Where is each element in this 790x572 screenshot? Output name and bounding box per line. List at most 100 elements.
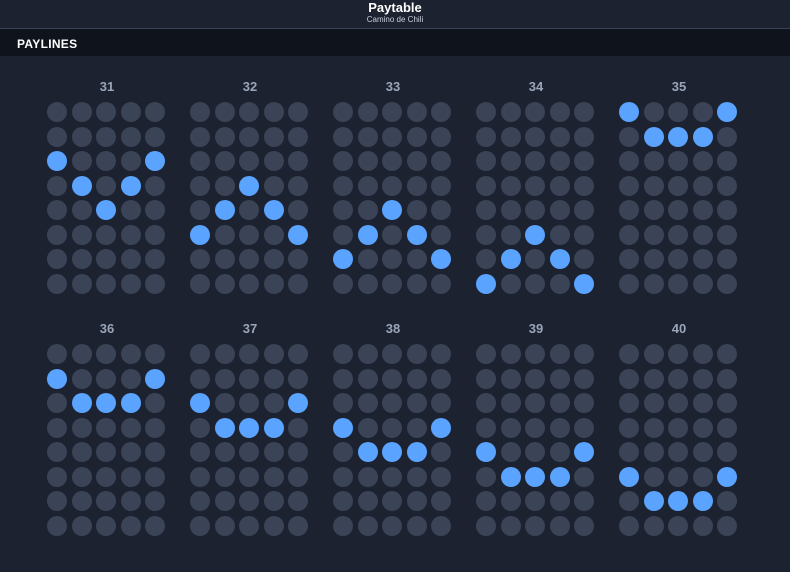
payline-cell: [288, 249, 308, 269]
payline-cell: [693, 249, 713, 269]
payline-31: 31: [47, 79, 177, 309]
payline-cell: [550, 442, 570, 462]
payline-cell: [574, 516, 594, 536]
payline-cell: [644, 274, 664, 294]
payline-cell: [550, 344, 570, 364]
payline-cell: [431, 491, 451, 511]
payline-cell: [121, 200, 141, 220]
payline-cell: [525, 151, 545, 171]
payline-cell: [382, 344, 402, 364]
payline-cell: [96, 418, 116, 438]
payline-cell: [145, 442, 165, 462]
payline-cell: [96, 102, 116, 122]
payline-cell: [476, 151, 496, 171]
payline-cell: [550, 369, 570, 389]
payline-cell: [619, 176, 639, 196]
payline-cell: [525, 369, 545, 389]
payline-cell: [668, 393, 688, 413]
payline-cell: [668, 516, 688, 536]
payline-cell: [358, 344, 378, 364]
payline-cell: [145, 274, 165, 294]
payline-cell: [190, 151, 210, 171]
payline-cell: [407, 249, 427, 269]
payline-active-cell: [717, 102, 737, 122]
payline-cell: [72, 516, 92, 536]
payline-cell: [717, 418, 737, 438]
payline-active-cell: [121, 176, 141, 196]
payline-cell: [358, 249, 378, 269]
payline-cell: [47, 491, 67, 511]
payline-cell: [121, 369, 141, 389]
payline-cell: [717, 127, 737, 147]
payline-cell: [47, 393, 67, 413]
payline-cell: [693, 102, 713, 122]
payline-cell: [382, 102, 402, 122]
payline-cell: [407, 151, 427, 171]
payline-number: 40: [671, 321, 687, 336]
payline-active-cell: [550, 249, 570, 269]
payline-cell: [96, 225, 116, 245]
payline-cell: [333, 467, 353, 487]
payline-cell: [693, 467, 713, 487]
payline-active-cell: [96, 200, 116, 220]
payline-cell: [574, 467, 594, 487]
payline-cell: [145, 418, 165, 438]
payline-cell: [382, 151, 402, 171]
payline-cell: [476, 393, 496, 413]
payline-cell: [717, 225, 737, 245]
payline-cell: [96, 249, 116, 269]
payline-cell: [501, 491, 521, 511]
payline-active-cell: [288, 225, 308, 245]
payline-cell: [121, 249, 141, 269]
payline-cell: [47, 176, 67, 196]
payline-cell: [121, 344, 141, 364]
payline-cell: [550, 151, 570, 171]
payline-cell: [431, 127, 451, 147]
payline-cell: [644, 418, 664, 438]
payline-cell: [239, 200, 259, 220]
payline-cell: [574, 176, 594, 196]
payline-cell: [333, 225, 353, 245]
payline-cell: [333, 442, 353, 462]
payline-cell: [431, 442, 451, 462]
payline-cell: [288, 516, 308, 536]
payline-cell: [525, 274, 545, 294]
payline-cell: [72, 249, 92, 269]
payline-cell: [668, 467, 688, 487]
payline-number: 32: [242, 79, 258, 94]
payline-active-cell: [476, 274, 496, 294]
payline-cell: [501, 393, 521, 413]
payline-32: 32: [190, 79, 320, 309]
payline-cell: [333, 274, 353, 294]
payline-cell: [239, 369, 259, 389]
payline-active-cell: [525, 467, 545, 487]
payline-39: 39: [476, 321, 606, 551]
payline-cell: [476, 418, 496, 438]
payline-cell: [619, 274, 639, 294]
payline-cell: [525, 200, 545, 220]
payline-cell: [644, 516, 664, 536]
payline-cell: [72, 418, 92, 438]
payline-active-cell: [407, 442, 427, 462]
payline-cell: [501, 200, 521, 220]
payline-cell: [717, 369, 737, 389]
payline-cell: [96, 467, 116, 487]
payline-cell: [358, 491, 378, 511]
payline-cell: [47, 274, 67, 294]
payline-cell: [358, 151, 378, 171]
payline-cell: [550, 225, 570, 245]
payline-cell: [190, 491, 210, 511]
payline-cell: [574, 344, 594, 364]
payline-cell: [121, 418, 141, 438]
payline-cell: [693, 442, 713, 462]
payline-cell: [121, 151, 141, 171]
payline-cell: [644, 442, 664, 462]
payline-cell: [239, 491, 259, 511]
payline-active-cell: [145, 151, 165, 171]
payline-number: 39: [528, 321, 544, 336]
payline-cell: [333, 200, 353, 220]
payline-cell: [121, 467, 141, 487]
payline-number: 37: [242, 321, 258, 336]
payline-cell: [476, 127, 496, 147]
payline-cell: [239, 225, 259, 245]
